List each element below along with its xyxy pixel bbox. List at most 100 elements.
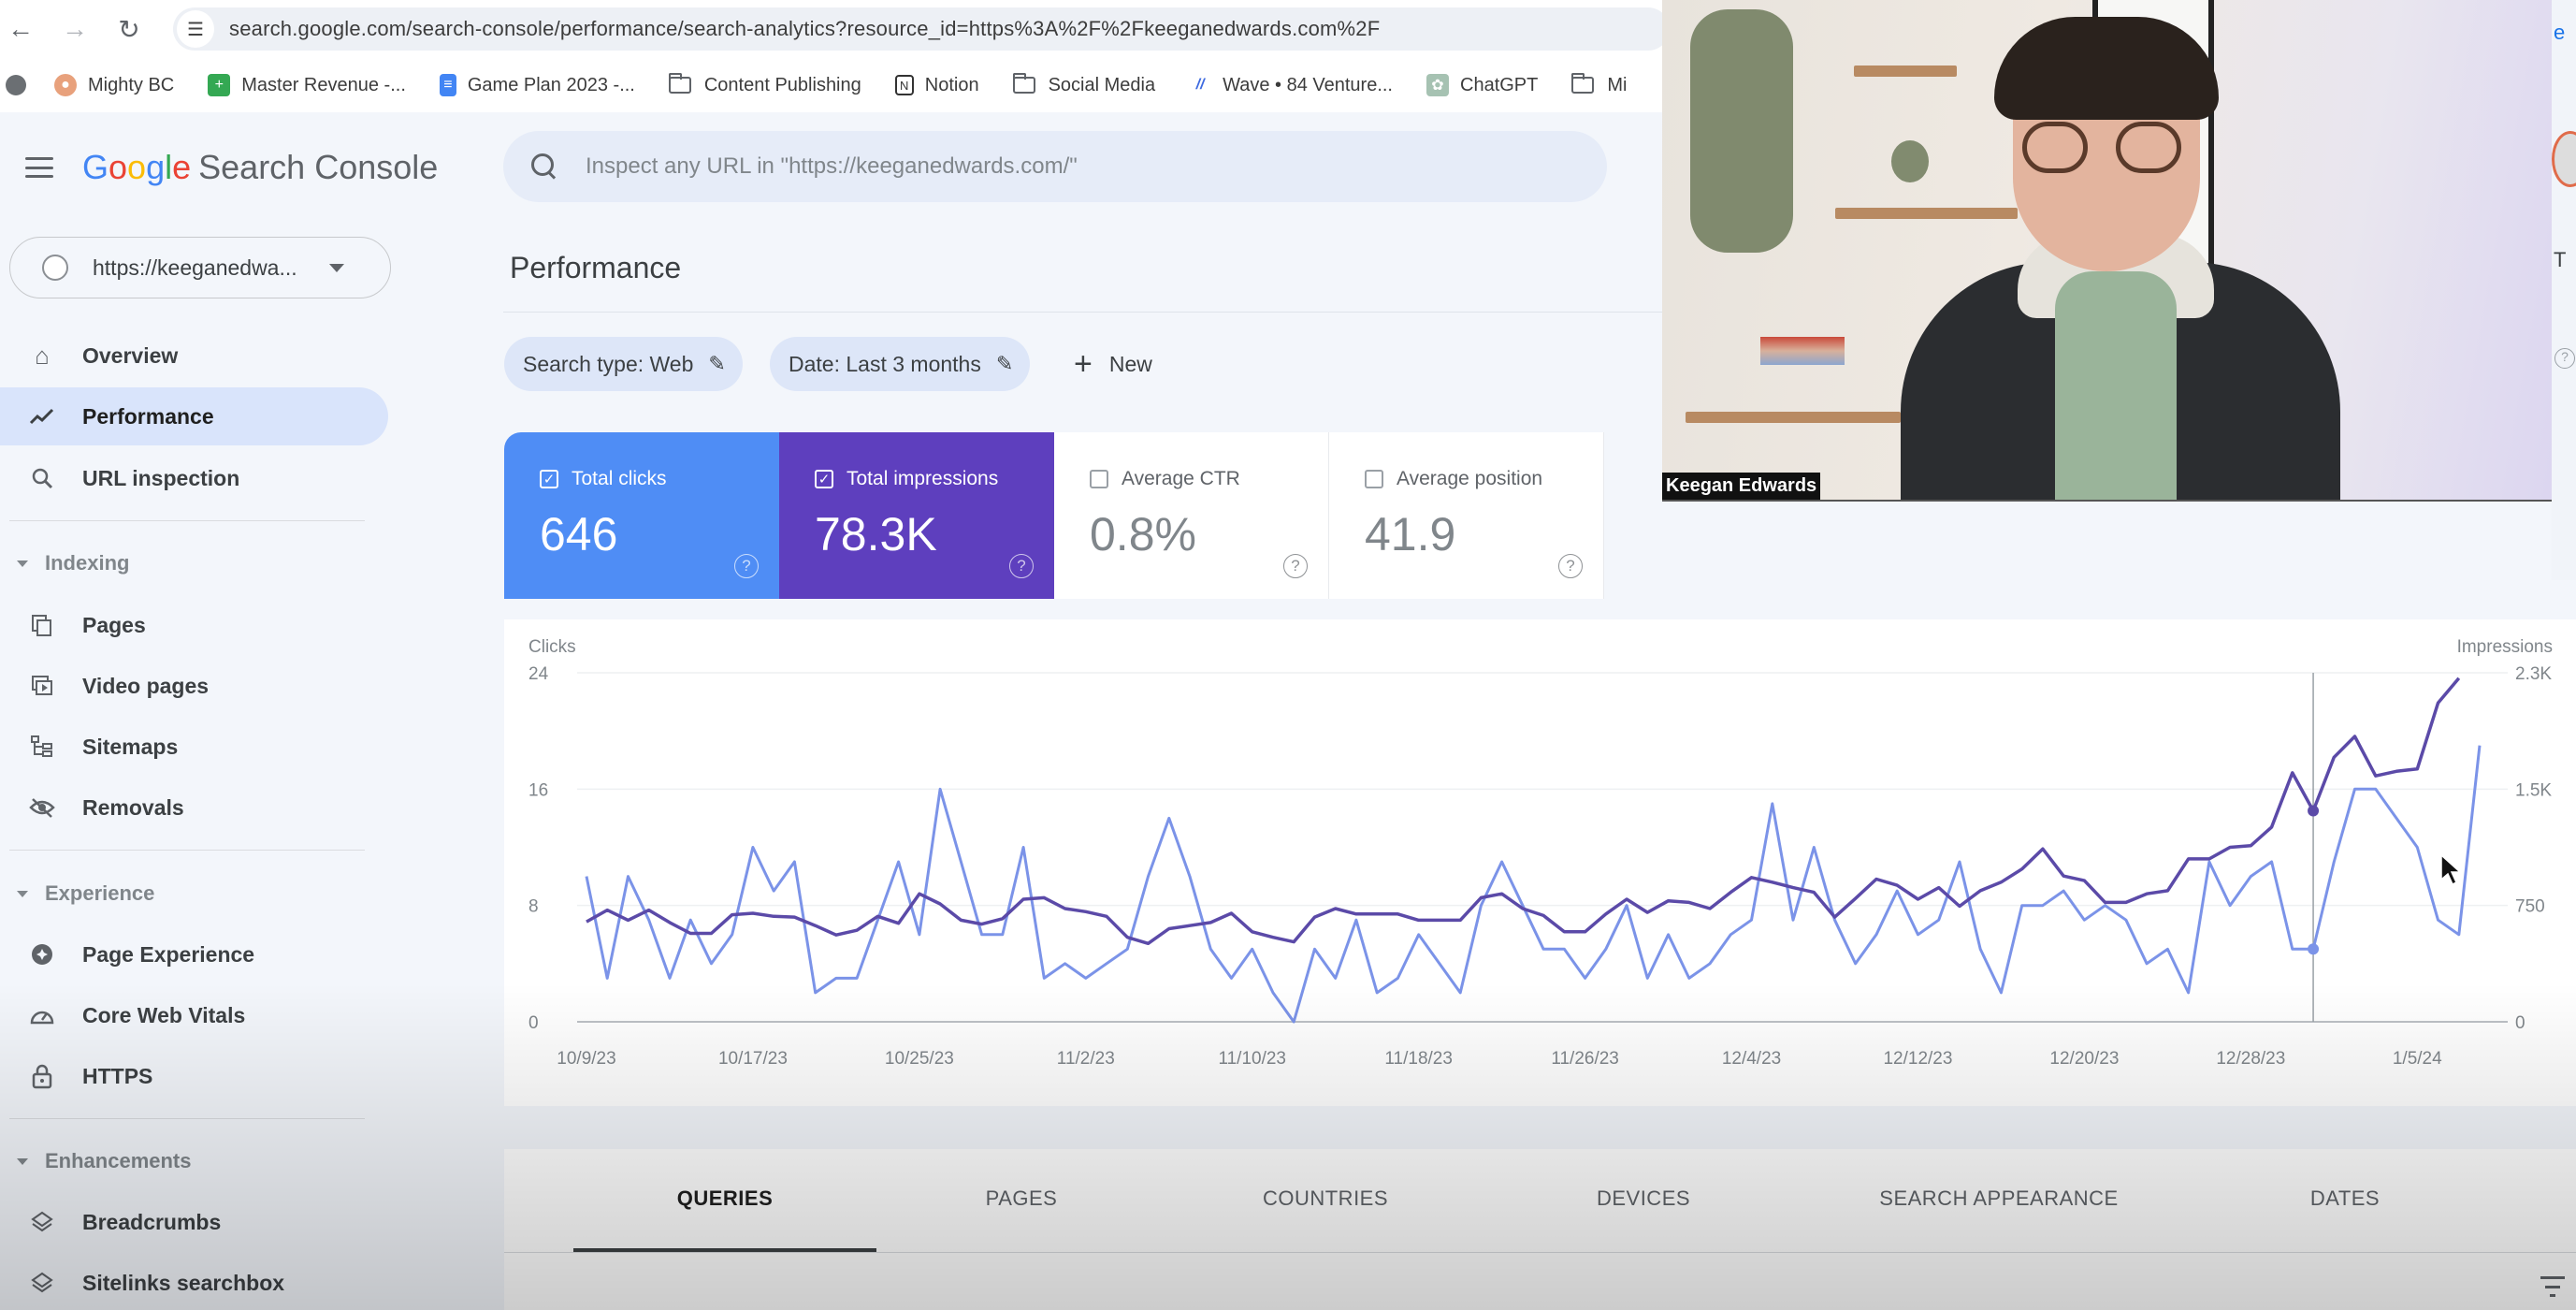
dropdown-caret-icon <box>328 263 344 272</box>
site-settings-icon[interactable]: ☰ <box>177 10 214 48</box>
sidebar-item-sitemaps[interactable]: Sitemaps <box>0 718 388 776</box>
bookmark-chatgpt[interactable]: ✿ ChatGPT <box>1426 74 1538 96</box>
filter-chip-search-type[interactable]: Search type: Web ✎ <box>504 337 743 391</box>
left-tick-label: 24 <box>528 664 549 684</box>
sidebar-item-removals[interactable]: Removals <box>0 779 388 837</box>
filter-icon[interactable] <box>2540 1276 2565 1297</box>
x-tick-label: 10/9/23 <box>557 1049 615 1069</box>
menu-icon[interactable] <box>25 157 53 178</box>
right-edge-partial-ui: e T ? <box>2552 0 2576 580</box>
bookmark-mi[interactable]: Mi <box>1571 73 1627 96</box>
collapse-caret-icon <box>17 560 28 567</box>
url-inspection-search[interactable] <box>503 131 1607 202</box>
sidebar-item-sitelinks-searchbox[interactable]: Sitelinks searchbox <box>0 1254 388 1310</box>
section-enhancements[interactable]: Enhancements <box>0 1143 192 1180</box>
hanging-plant <box>1690 9 1793 253</box>
checkbox-unchecked-icon[interactable] <box>1090 470 1108 488</box>
google-search-console-logo[interactable]: Google Search Console <box>82 148 438 187</box>
bookmark-content-publishing[interactable]: Content Publishing <box>668 73 861 96</box>
bookmark-social-media[interactable]: Social Media <box>1012 73 1155 96</box>
tab-search-appearance[interactable]: SEARCH APPEARANCE <box>1802 1186 2195 1239</box>
video-pages-icon <box>28 672 56 700</box>
sidebar-item-overview[interactable]: ⌂ Overview <box>0 327 388 385</box>
performance-chart[interactable]: Clicks Impressions 0 8 16 24 0 750 1.5K 2.3K 1… <box>504 619 2576 1106</box>
metric-card-total-clicks[interactable]: ✓ Total clicks 646 ? <box>504 432 779 599</box>
filter-chip-date[interactable]: Date: Last 3 months ✎ <box>770 337 1031 391</box>
tab-countries[interactable]: COUNTRIES <box>1166 1186 1484 1239</box>
url-inspection-input[interactable] <box>586 153 1521 180</box>
person-shirt <box>2055 271 2177 500</box>
x-tick-label: 12/4/23 <box>1722 1049 1781 1069</box>
sidebar-item-breadcrumbs[interactable]: Breadcrumbs <box>0 1193 388 1251</box>
metric-card-average-position[interactable]: Average position 41.9 ? <box>1329 432 1604 599</box>
bookmark-notion[interactable]: N Notion <box>894 75 979 96</box>
x-tick-label: 11/26/23 <box>1551 1049 1619 1069</box>
help-icon[interactable]: ? <box>1558 554 1583 578</box>
left-axis-label: Clicks <box>528 637 576 657</box>
forward-arrow-icon[interactable]: → <box>56 10 94 48</box>
collapse-caret-icon <box>17 1157 28 1165</box>
checkbox-checked-icon[interactable]: ✓ <box>540 470 558 488</box>
x-tick-label: 11/10/23 <box>1218 1049 1286 1069</box>
reload-icon[interactable]: ↻ <box>110 10 148 48</box>
tab-devices[interactable]: DEVICES <box>1484 1186 1802 1239</box>
page-experience-icon <box>28 940 56 968</box>
globe-icon[interactable] <box>6 75 26 95</box>
checkbox-unchecked-icon[interactable] <box>1365 470 1383 488</box>
page-title: Performance <box>510 251 682 284</box>
address-bar[interactable]: ☰ search.google.com/search-console/perfo… <box>173 7 1670 51</box>
bookmark-wave[interactable]: //Wave • 84 Venture... <box>1189 74 1393 96</box>
checkbox-checked-icon[interactable]: ✓ <box>815 470 833 488</box>
sidebar-item-pages[interactable]: Pages <box>0 596 388 654</box>
chatgpt-icon: ✿ <box>1426 74 1449 96</box>
mouse-cursor-icon <box>2440 853 2462 886</box>
right-tick-label: 750 <box>2515 897 2545 917</box>
shelf <box>1686 412 1901 423</box>
account-avatar[interactable] <box>2552 131 2576 187</box>
help-icon[interactable]: ? <box>2554 348 2575 369</box>
sidebar-item-https[interactable]: HTTPS <box>0 1047 388 1105</box>
property-selector[interactable]: https://keeganedwa... <box>9 237 391 298</box>
sidebar-item-page-experience[interactable]: Page Experience <box>0 925 388 983</box>
metric-card-total-impressions[interactable]: ✓ Total impressions 78.3K ? <box>779 432 1054 599</box>
back-arrow-icon[interactable]: ← <box>2 10 39 48</box>
title-divider <box>503 312 1663 313</box>
x-tick-label: 12/20/23 <box>2049 1049 2119 1069</box>
sidebar-item-performance[interactable]: Performance <box>0 387 388 445</box>
person-hair <box>1994 17 2219 120</box>
section-indexing[interactable]: Indexing <box>0 545 129 582</box>
x-tick-label: 12/12/23 <box>1883 1049 1952 1069</box>
sidebar-item-url-inspection[interactable]: URL inspection <box>0 449 388 507</box>
edit-pencil-icon[interactable]: ✎ <box>708 352 725 376</box>
url-text[interactable]: search.google.com/search-console/perform… <box>229 17 1380 41</box>
tab-dates[interactable]: DATES <box>2195 1186 2495 1239</box>
bookmark-game-plan[interactable]: ≡ Game Plan 2023 -... <box>439 74 635 96</box>
sidebar-item-video-pages[interactable]: Video pages <box>0 657 388 715</box>
sidebar-item-core-web-vitals[interactable]: Core Web Vitals <box>0 986 388 1044</box>
search-icon <box>531 153 557 180</box>
left-tick-label: 8 <box>528 897 539 917</box>
help-icon[interactable]: ? <box>1283 554 1308 578</box>
left-tick-label: 0 <box>528 1013 539 1033</box>
edit-pencil-icon[interactable]: ✎ <box>996 352 1013 376</box>
series-line-clicks[interactable] <box>585 745 2482 1024</box>
home-icon: ⌂ <box>35 341 50 370</box>
help-icon[interactable]: ? <box>734 554 759 578</box>
dimension-tabs: QUERIES PAGES COUNTRIES DEVICES SEARCH A… <box>504 1149 2576 1310</box>
new-filter-button[interactable]: + New <box>1074 337 1152 391</box>
right-axis-label: Impressions <box>2457 637 2553 657</box>
shelf <box>1854 66 1957 77</box>
sidebar-divider <box>9 1118 365 1119</box>
tab-queries[interactable]: QUERIES <box>573 1186 876 1239</box>
sitemap-icon <box>28 733 56 761</box>
section-experience[interactable]: Experience <box>0 875 154 912</box>
speedometer-icon <box>28 1001 56 1029</box>
metric-card-average-ctr[interactable]: Average CTR 0.8% ? <box>1054 432 1329 599</box>
bookmark-mighty-bc[interactable]: ● Mighty BC <box>54 74 174 96</box>
tab-pages[interactable]: PAGES <box>876 1186 1166 1239</box>
bookmark-master-revenue[interactable]: + Master Revenue -... <box>208 74 406 96</box>
globe-icon <box>42 255 68 281</box>
help-icon[interactable]: ? <box>1009 554 1034 578</box>
right-tick-label: 2.3K <box>2515 664 2552 684</box>
books <box>1760 337 1845 365</box>
